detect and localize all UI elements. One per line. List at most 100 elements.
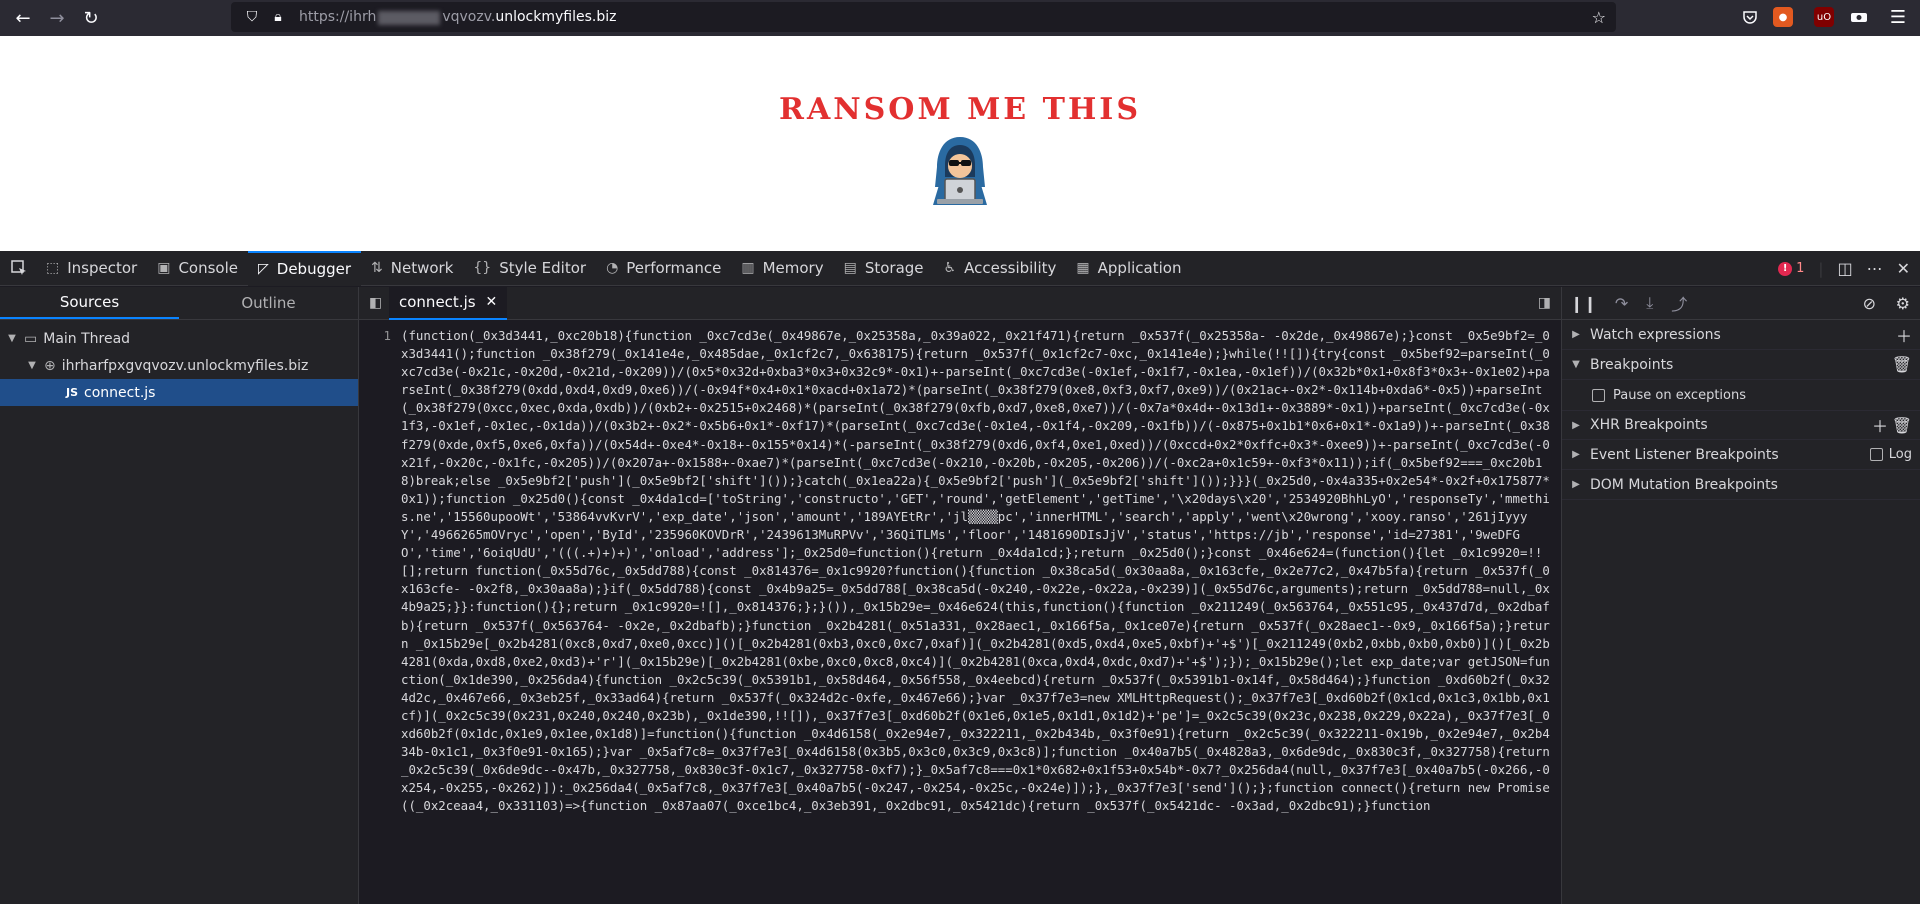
toggle-right-pane-icon[interactable]: ◨ xyxy=(1538,295,1551,311)
devtools-toolbar-right: ! 1 | ◫ ⋯ ✕ xyxy=(1778,251,1920,286)
back-arrow-icon[interactable]: ← xyxy=(6,3,40,33)
deactivate-breakpoints-icon[interactable]: ⊘ xyxy=(1863,294,1876,313)
url-text[interactable]: https://ihrh vqvozv. unlockmyfiles.biz xyxy=(299,9,616,25)
tab-label: Debugger xyxy=(276,260,352,278)
console-icon: ▣ xyxy=(157,260,171,276)
hacker-image xyxy=(925,133,995,213)
add-icon[interactable]: ＋ xyxy=(1896,323,1912,347)
tab-label: Accessibility xyxy=(964,259,1057,277)
chevron-down-icon: ▼ xyxy=(8,333,16,344)
bookmark-star-icon[interactable]: ☆ xyxy=(1592,8,1606,27)
menu-hamburger-icon[interactable]: ☰ xyxy=(1888,7,1908,28)
editor-tab-bar: ◧ connect.js ✕ ◨ xyxy=(359,286,1561,320)
style-editor-icon: {} xyxy=(473,260,492,276)
url-bar[interactable]: ⛉ 🔒︎ https://ihrh vqvozv. unlockmyfiles.… xyxy=(231,2,1616,32)
tab-performance[interactable]: ◔ Performance xyxy=(596,251,731,286)
event-listener-breakpoints-header[interactable]: ▶ Event Listener Breakpoints Log xyxy=(1562,440,1920,470)
reload-icon[interactable]: ↻ xyxy=(74,3,108,33)
shield-icon[interactable]: ⛉ xyxy=(239,9,265,25)
web-page: RANSOM ME THIS xyxy=(0,36,1920,251)
log-checkbox[interactable] xyxy=(1869,448,1883,461)
more-options-icon[interactable]: ⋯ xyxy=(1867,259,1883,278)
pause-icon[interactable]: ❙❙ xyxy=(1570,294,1597,313)
code-area[interactable]: 1 (function(_0x3d3441,_0xc20b18){functio… xyxy=(359,327,1561,904)
network-icon: ⇅ xyxy=(371,260,383,276)
tab-application[interactable]: ▦ Application xyxy=(1066,251,1191,286)
xhr-breakpoints-header[interactable]: ▶ XHR Breakpoints ＋ 🗑︎ xyxy=(1562,410,1920,440)
tab-sources[interactable]: Sources xyxy=(0,287,179,319)
chevron-right-icon: ▶ xyxy=(1572,479,1580,490)
toggle-sidebar-icon[interactable]: ◧ xyxy=(369,295,382,311)
tab-accessibility[interactable]: ♿︎ Accessibility xyxy=(934,251,1067,286)
ublock-origin-icon[interactable]: uO xyxy=(1814,7,1834,27)
tab-network[interactable]: ⇅ Network xyxy=(361,251,463,286)
inspector-icon: ⬚ xyxy=(46,260,60,276)
tab-debugger[interactable]: ◸ Debugger xyxy=(247,250,362,286)
tab-inspector[interactable]: ⬚ Inspector xyxy=(36,251,147,286)
js-file-icon: JS xyxy=(66,386,79,399)
memory-icon: ▥ xyxy=(741,260,755,276)
lock-icon[interactable]: 🔒︎ xyxy=(265,9,291,25)
tab-label: Application xyxy=(1097,259,1182,277)
dock-layout-icon[interactable]: ◫ xyxy=(1837,259,1852,278)
tree-item-file[interactable]: JS connect.js xyxy=(0,379,358,406)
section-label: Watch expressions xyxy=(1590,326,1721,343)
tab-storage[interactable]: ▤ Storage xyxy=(834,251,934,286)
chevron-right-icon: ▶ xyxy=(1572,329,1580,340)
step-in-icon[interactable]: ⤓ xyxy=(1646,293,1653,313)
watch-expressions-header[interactable]: ▶ Watch expressions ＋ xyxy=(1562,320,1920,350)
line-number: 1 xyxy=(383,328,391,343)
option-label: Log xyxy=(1888,447,1912,462)
add-icon[interactable]: ＋ xyxy=(1872,413,1888,437)
chevron-right-icon: ▶ xyxy=(1572,449,1580,460)
trash-icon[interactable]: 🗑︎ xyxy=(1892,355,1912,374)
tree-item-main-thread[interactable]: ▼ ▭ Main Thread xyxy=(0,325,358,352)
option-label: Pause on exceptions xyxy=(1613,387,1746,403)
tab-label: Storage xyxy=(864,259,924,277)
log-option[interactable]: Log xyxy=(1869,447,1912,462)
close-tab-icon[interactable]: ✕ xyxy=(486,294,498,310)
breakpoints-header[interactable]: ▼ Breakpoints 🗑︎ xyxy=(1562,350,1920,380)
tab-label: Network xyxy=(390,259,454,277)
tab-memory[interactable]: ▥ Memory xyxy=(731,251,833,286)
close-icon[interactable]: ✕ xyxy=(1897,259,1910,278)
error-icon: ! xyxy=(1778,261,1793,276)
browser-toolbar: ← → ↻ ⛉ 🔒︎ https://ihrh vqvozv. unlockmy… xyxy=(0,0,1920,36)
chevron-down-icon: ▼ xyxy=(28,360,36,371)
dom-mutation-breakpoints-header[interactable]: ▶ DOM Mutation Breakpoints xyxy=(1562,470,1920,500)
accessibility-icon: ♿︎ xyxy=(943,260,957,276)
sources-pane: Sources Outline ▼ ▭ Main Thread ▼ ⊕ ihrh… xyxy=(0,287,359,904)
step-over-icon[interactable]: ↷ xyxy=(1615,294,1628,313)
pause-on-exceptions-checkbox[interactable] xyxy=(1592,388,1605,402)
section-label: XHR Breakpoints xyxy=(1590,417,1708,433)
error-count: 1 xyxy=(1796,261,1805,276)
tab-style-editor[interactable]: {} Style Editor xyxy=(463,251,596,286)
tab-label: Performance xyxy=(626,259,722,277)
trash-icon[interactable]: 🗑︎ xyxy=(1892,416,1912,435)
extension-icon[interactable] xyxy=(1849,7,1869,27)
code-editor: ◧ connect.js ✕ ◨ 1 (function(_0x3d3441,_… xyxy=(359,286,1561,904)
forward-arrow-icon[interactable]: → xyxy=(40,3,74,33)
storage-icon: ▤ xyxy=(843,260,857,276)
url-host: unlockmyfiles.biz xyxy=(495,9,617,25)
firefox-extension-icon[interactable]: ● xyxy=(1773,7,1793,27)
tab-label: Memory xyxy=(762,259,824,277)
performance-icon: ◔ xyxy=(606,260,619,276)
application-icon: ▦ xyxy=(1076,260,1090,276)
section-label: Event Listener Breakpoints xyxy=(1590,446,1779,463)
tree-item-domain[interactable]: ▼ ⊕ ihrharfpxgvqvozv.unlockmyfiles.biz xyxy=(0,352,358,379)
tab-console[interactable]: ▣ Console xyxy=(147,251,248,286)
source-code[interactable]: (function(_0x3d3441,_0xc20b18){function … xyxy=(401,327,1553,816)
divider: | xyxy=(1818,259,1824,278)
editor-tab-connect-js[interactable]: connect.js ✕ xyxy=(389,286,508,320)
gear-icon[interactable]: ⚙ xyxy=(1896,294,1910,313)
page-title: RANSOM ME THIS xyxy=(779,92,1141,127)
pocket-icon[interactable] xyxy=(1740,7,1760,27)
error-count-badge[interactable]: ! 1 xyxy=(1778,261,1804,276)
tab-outline[interactable]: Outline xyxy=(179,287,358,319)
pause-on-exceptions-option[interactable]: Pause on exceptions xyxy=(1562,380,1920,410)
window-icon: ▭ xyxy=(24,330,38,347)
step-out-icon[interactable]: ⤴ xyxy=(1671,291,1687,315)
debugger-icon: ◸ xyxy=(257,261,269,277)
element-picker-icon[interactable] xyxy=(0,251,36,286)
